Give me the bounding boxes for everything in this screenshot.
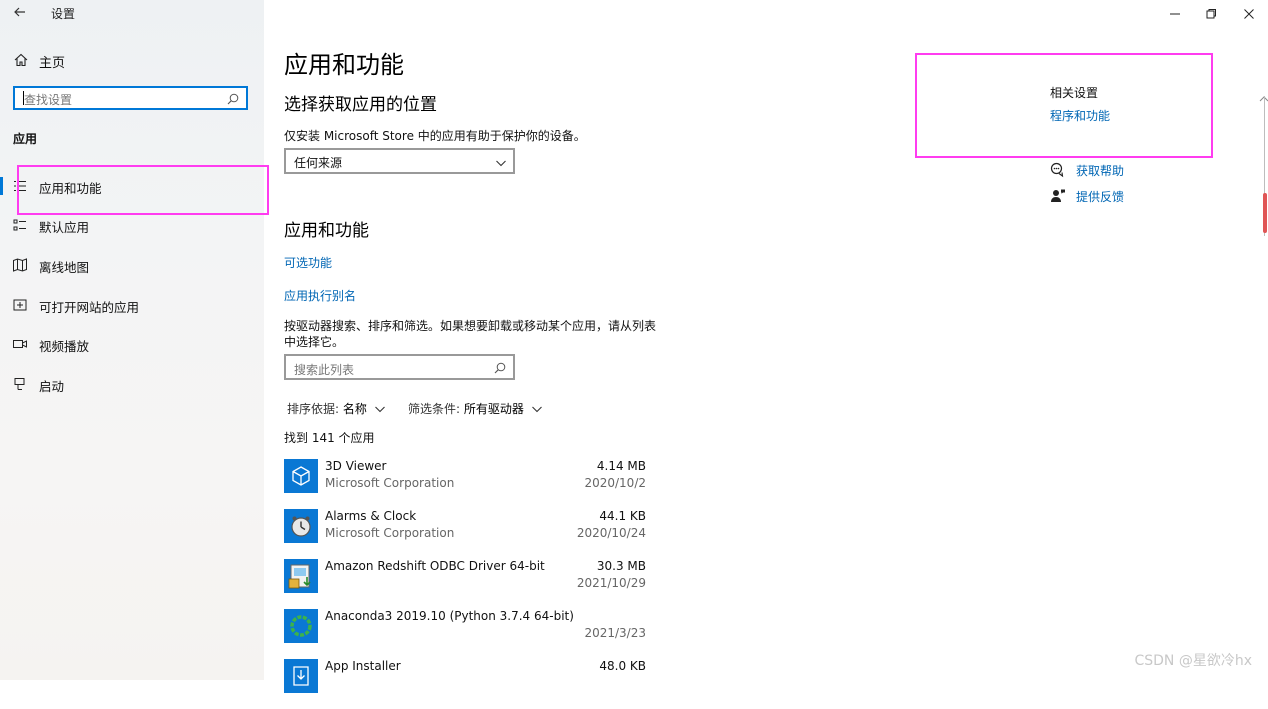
filter-dropdown[interactable]: 筛选条件: 所有驱动器 [408,400,543,417]
startup-icon [12,376,28,392]
sort-value: 名称 [342,402,367,416]
sidebar-item-video-playback[interactable]: 视频播放 [0,329,264,359]
offline-maps-icon [12,257,28,273]
settings-search-input[interactable]: 查找设置 [13,86,248,110]
sort-label: 排序依据: [287,402,340,416]
app-list-item[interactable]: 3D Viewer Microsoft Corporation 4.14 MB … [284,459,648,509]
install-source-value: 任何来源 [294,156,343,170]
apps-for-websites-icon [12,297,28,313]
sidebar-home-label: 主页 [39,56,66,71]
scroll-up-arrow-icon[interactable] [1259,88,1268,102]
app-list-item[interactable]: Amazon Redshift ODBC Driver 64-bit 30.3 … [284,559,648,609]
minimize-icon[interactable] [1166,6,1184,20]
sidebar-home[interactable]: 主页 [0,50,264,72]
app-size: 44.1 KB [599,509,646,523]
sidebar-item-label: 视频播放 [39,339,90,354]
app-list-item[interactable]: App Installer 48.0 KB [284,659,648,709]
watermark: CSDN @星欲冷hx [1134,653,1252,669]
app-name: App Installer [325,659,401,673]
sidebar-item-label: 默认应用 [39,220,90,235]
install-source-description: 仅安装 Microsoft Store 中的应用有助于保护你的设备。 [284,129,586,143]
chevron-down-icon [374,403,386,417]
sidebar-item-apps-features[interactable]: 应用和功能 [0,171,264,201]
video-playback-icon [12,336,28,352]
feedback-icon [1050,188,1066,204]
apps-found-count: 找到 141 个应用 [284,431,375,445]
window-title: 设置 [51,7,76,21]
anaconda-icon [284,609,318,643]
app-list-search-placeholder: 搜索此列表 [294,363,355,377]
settings-search-placeholder: 查找设置 [24,93,73,107]
app-size: 30.3 MB [596,559,646,573]
get-help-link[interactable]: 获取帮助 [1076,162,1124,179]
app-list-item[interactable]: Anaconda3 2019.10 (Python 3.7.4 64-bit) … [284,609,648,659]
alarms-clock-icon [284,509,318,543]
page-title: 应用和功能 [284,51,404,79]
app-size: 4.14 MB [596,459,646,473]
sidebar: 设置 主页 查找设置 应用 应用和功能 默认应用 离线地图 可打开网站的应用 视… [0,0,269,680]
installer-package-icon [284,559,318,593]
app-date: 2021/3/23 [584,626,646,640]
chevron-down-icon [495,154,507,167]
app-date: 2020/10/24 [576,526,646,540]
search-icon[interactable] [226,91,240,105]
app-date: 2020/10/2 [584,476,646,490]
app-installer-icon [284,659,318,693]
apps-features-heading: 应用和功能 [284,221,369,241]
sidebar-item-label: 可打开网站的应用 [39,300,140,315]
3d-viewer-icon [284,459,318,493]
install-source-dropdown[interactable]: 任何来源 [284,148,515,174]
default-apps-icon [12,217,28,233]
get-help-icon [1050,162,1066,178]
app-execution-alias-link[interactable]: 应用执行别名 [284,287,356,304]
sidebar-item-startup[interactable]: 启动 [0,369,264,399]
annotation-highlight [915,53,1213,158]
filter-value: 所有驱动器 [463,402,524,416]
app-date: 2021/10/29 [576,576,646,590]
app-size: 48.0 KB [599,659,646,673]
app-publisher: Microsoft Corporation [325,526,455,540]
optional-features-link[interactable]: 可选功能 [284,254,332,271]
sort-dropdown[interactable]: 排序依据: 名称 [287,400,386,417]
home-icon [13,52,29,68]
filter-label: 筛选条件: [408,402,461,416]
close-icon[interactable] [1240,6,1258,20]
restore-icon[interactable] [1202,6,1220,20]
filter-instructions: 按驱动器搜索、排序和筛选。如果想要卸载或移动某个应用，请从列表中选择它。 [284,319,657,349]
programs-features-link[interactable]: 程序和功能 [1050,107,1110,124]
sidebar-section-label: 应用 [13,132,38,146]
back-arrow-icon[interactable] [12,4,28,20]
give-feedback-link[interactable]: 提供反馈 [1076,188,1124,205]
sidebar-item-label: 启动 [39,379,65,394]
app-publisher: Microsoft Corporation [325,476,455,490]
chevron-down-icon [531,403,543,417]
sidebar-item-default-apps[interactable]: 默认应用 [0,210,264,240]
related-settings-heading: 相关设置 [1050,86,1099,100]
app-name: Amazon Redshift ODBC Driver 64-bit [325,559,545,573]
app-name: Alarms & Clock [325,509,417,523]
app-list-search-input[interactable]: 搜索此列表 [284,354,515,380]
app-list-item[interactable]: Alarms & Clock Microsoft Corporation 44.… [284,509,648,559]
sidebar-item-label: 离线地图 [39,260,90,275]
sidebar-item-label: 应用和功能 [39,181,102,196]
install-source-heading: 选择获取应用的位置 [284,95,437,115]
sidebar-item-apps-for-websites[interactable]: 可打开网站的应用 [0,290,264,320]
search-icon[interactable] [493,360,507,374]
sidebar-item-offline-maps[interactable]: 离线地图 [0,250,264,280]
apps-list-icon [12,178,28,194]
scrollbar-thumb[interactable] [1263,193,1267,233]
app-name: 3D Viewer [325,459,387,473]
app-name: Anaconda3 2019.10 (Python 3.7.4 64-bit) [325,609,574,623]
